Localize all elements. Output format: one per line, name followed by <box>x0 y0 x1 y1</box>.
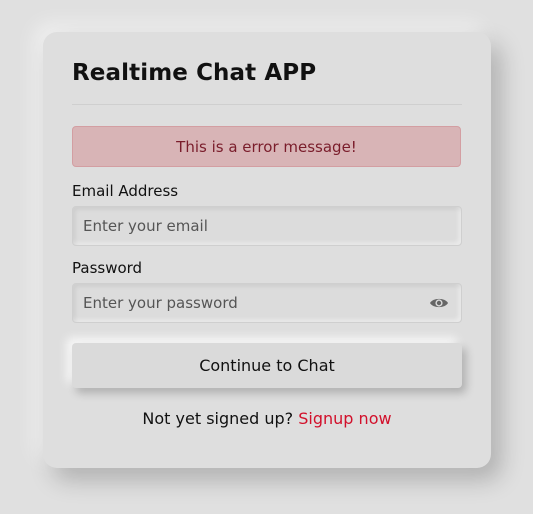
error-message: This is a error message! <box>72 126 461 167</box>
title-divider <box>72 104 462 105</box>
password-label: Password <box>72 259 143 277</box>
email-field-wrapper <box>72 206 462 246</box>
continue-to-chat-button[interactable]: Continue to Chat <box>72 343 462 388</box>
password-field[interactable] <box>73 284 461 322</box>
email-field[interactable] <box>73 207 461 245</box>
password-field-wrapper <box>72 283 462 323</box>
signup-prompt-text: Not yet signed up? <box>142 409 294 428</box>
eye-icon[interactable] <box>429 295 449 311</box>
signup-link[interactable]: Signup now <box>298 409 391 428</box>
login-card: Realtime Chat APP This is a error messag… <box>43 32 491 468</box>
page-title: Realtime Chat APP <box>72 60 317 86</box>
signup-prompt: Not yet signed up? Signup now <box>43 409 491 428</box>
error-message-text: This is a error message! <box>176 137 357 156</box>
email-label: Email Address <box>72 182 179 200</box>
